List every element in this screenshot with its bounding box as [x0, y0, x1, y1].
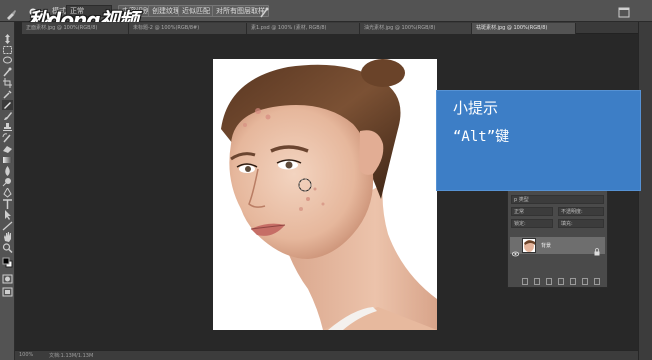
clone-stamp-tool-icon[interactable]: [2, 122, 13, 132]
layer-style-icon[interactable]: [534, 278, 540, 285]
type-tool-icon[interactable]: [2, 199, 13, 209]
layer-item-background[interactable]: 背景: [510, 237, 605, 257]
eyedropper-tool-icon[interactable]: [2, 89, 13, 99]
screen-mode-icon[interactable]: [2, 287, 13, 297]
quick-mask-icon[interactable]: [2, 274, 13, 284]
tip-overlay: 小提示 “Alt”键: [436, 90, 641, 191]
tab-doc-3[interactable]: 素1.psd @ 100% (素材, RGB/8): [247, 23, 360, 34]
marquee-tool-icon[interactable]: [2, 45, 13, 55]
add-mask-icon[interactable]: [546, 278, 552, 285]
dodge-tool-icon[interactable]: [2, 177, 13, 187]
collapsed-panels-column: [638, 22, 652, 360]
status-bar: 100% 文档:1.13M/1.13M: [15, 350, 638, 360]
proximity-match-option[interactable]: 近似匹配: [178, 5, 214, 17]
brush-tool-icon[interactable]: [2, 111, 13, 121]
tip-title: 小提示: [453, 99, 499, 117]
healing-brush-icon[interactable]: [5, 5, 17, 20]
workspace-icon[interactable]: [618, 4, 630, 18]
blend-mode-select[interactable]: 正常: [511, 207, 553, 216]
layer-lock-icon: [594, 241, 600, 256]
document-tab-bar: 正面素材.jpg @ 100%(RGB/8) 未标题-2 @ 100%(RGB/…: [22, 22, 638, 34]
pen-tool-icon[interactable]: [2, 188, 13, 198]
crop-tool-icon[interactable]: [2, 78, 13, 88]
document-info: 文档:1.13M/1.13M: [49, 353, 94, 359]
link-layers-icon[interactable]: [522, 278, 528, 285]
history-brush-tool-icon[interactable]: [2, 133, 13, 143]
brush-pressure-icon[interactable]: [258, 4, 270, 18]
tip-body: “Alt”键: [453, 129, 510, 145]
visibility-eye-icon[interactable]: [511, 242, 520, 257]
tab-doc-2[interactable]: 未标题-2 @ 100%(RGB/8#): [129, 23, 247, 34]
tab-doc-5-active[interactable]: 祛斑素材.jpg @ 100%(RGB/8): [472, 23, 576, 34]
layer-filter-select[interactable]: p 类型: [511, 195, 604, 204]
layer-name: 背景: [541, 243, 552, 249]
layers-panel: 图层 通道 路径 p 类型 正常 不透明度: 锁定: 填充: 背景: [507, 180, 608, 288]
new-group-icon[interactable]: [570, 278, 576, 285]
blur-tool-icon[interactable]: [2, 166, 13, 176]
zoom-tool-icon[interactable]: [2, 243, 13, 253]
layer-opacity-field[interactable]: 不透明度:: [558, 207, 604, 216]
adjustment-layer-icon[interactable]: [558, 278, 564, 285]
tab-doc-4[interactable]: 油光素材.jpg @ 100%(RGB/8): [360, 23, 472, 34]
tools-panel: [0, 22, 15, 360]
layer-fill-field[interactable]: 填充:: [558, 219, 604, 228]
eraser-tool-icon[interactable]: [2, 144, 13, 154]
color-swatches-icon[interactable]: [2, 256, 13, 268]
hand-tool-icon[interactable]: [2, 232, 13, 242]
portrait-photo: [213, 59, 437, 330]
line-tool-icon[interactable]: [2, 221, 13, 231]
gradient-tool-icon[interactable]: [2, 155, 13, 165]
document-canvas[interactable]: [213, 59, 437, 330]
lasso-tool-icon[interactable]: [2, 56, 13, 66]
new-layer-icon[interactable]: [582, 278, 588, 285]
move-tool-icon[interactable]: [2, 34, 13, 44]
layers-panel-footer: [508, 277, 607, 287]
tab-doc-1[interactable]: 正面素材.jpg @ 100%(RGB/8): [22, 23, 129, 34]
layer-thumbnail: [522, 238, 536, 253]
quick-select-tool-icon[interactable]: [2, 67, 13, 77]
spot-healing-tool-icon[interactable]: [2, 100, 13, 110]
path-select-tool-icon[interactable]: [2, 210, 13, 220]
zoom-level[interactable]: 100%: [19, 352, 33, 358]
delete-layer-icon[interactable]: [594, 278, 600, 285]
lock-options[interactable]: 锁定:: [511, 219, 553, 228]
